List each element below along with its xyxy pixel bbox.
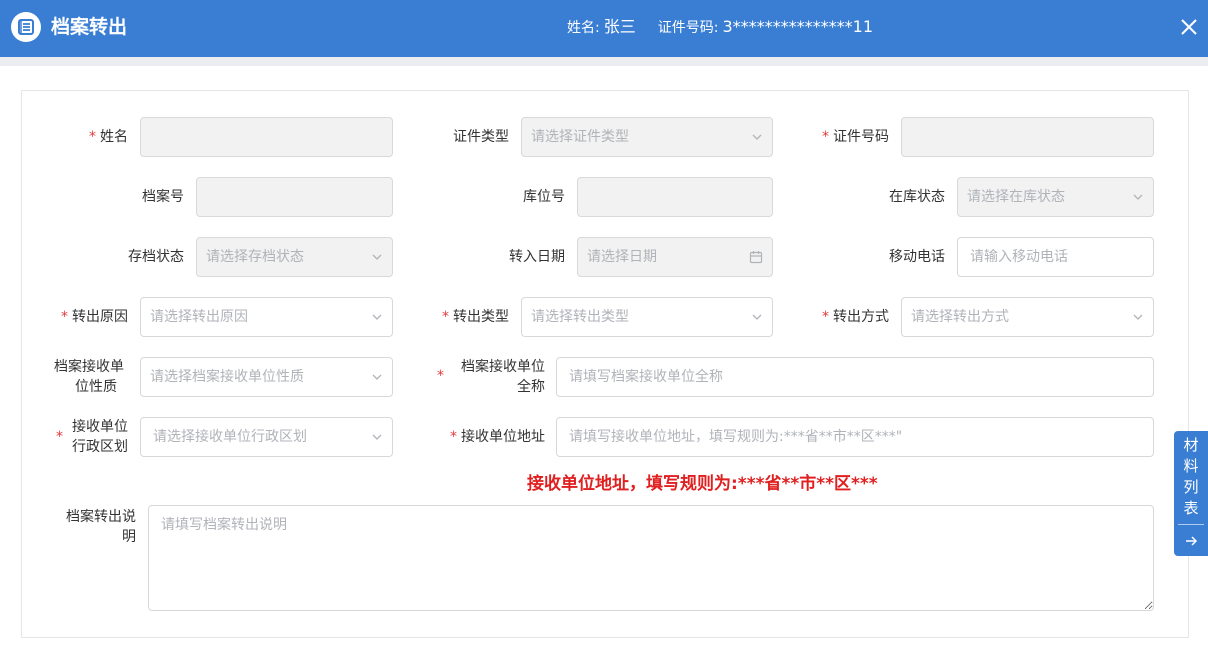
mobile-text-input[interactable] <box>970 239 1153 275</box>
chevron-down-icon <box>372 434 382 440</box>
materials-list-label: 材 料 列 表 <box>1183 436 1199 517</box>
list-doc-icon <box>11 12 41 42</box>
required-mark: * <box>437 368 444 384</box>
label-transfer-in-date: 转入日期 <box>509 249 565 265</box>
required-mark: * <box>56 429 63 445</box>
id-type-select[interactable]: 请选择证件类型 <box>521 117 773 157</box>
label-id-number: * 证件号码 <box>822 129 889 145</box>
label-receiver-fullname: 档案接收单位 全称 <box>461 359 545 395</box>
name-field[interactable] <box>140 117 393 157</box>
storage-status-select[interactable]: 请选择在库状态 <box>957 177 1154 217</box>
name-label: 姓名: <box>567 20 600 36</box>
receiver-fullname-input[interactable] <box>556 357 1154 397</box>
materials-list-tab[interactable]: 材 料 列 表 <box>1174 431 1208 556</box>
remark-textarea[interactable] <box>148 505 1154 611</box>
id-value: 3***************11 <box>722 17 873 36</box>
label-receiver-region: 接收单位 行政区划 <box>72 419 128 455</box>
label-mobile: 移动电话 <box>889 249 945 265</box>
label-location-no: 库位号 <box>523 189 565 205</box>
chevron-down-icon <box>1133 314 1143 320</box>
receiver-address-input[interactable] <box>556 417 1154 457</box>
address-hint: 接收单位地址，填写规则为:***省**市**区*** <box>527 474 878 494</box>
transfer-type-select[interactable]: 请选择转出类型 <box>521 297 773 337</box>
header-divider <box>0 57 1208 66</box>
receiver-nature-select[interactable]: 请选择档案接收单位性质 <box>140 357 393 397</box>
person-info: 姓名: 张三 证件号码: 3***************11 <box>567 17 873 38</box>
archive-no-field[interactable] <box>196 177 393 217</box>
archive-status-select[interactable]: 请选择存档状态 <box>196 237 393 277</box>
arrow-right-icon <box>1186 536 1198 546</box>
name-value: 张三 <box>603 17 636 36</box>
receiver-region-select[interactable]: 请选择接收单位行政区划 <box>140 417 393 457</box>
receiver-address-text-input[interactable] <box>569 419 1153 455</box>
label-name: * 姓名 <box>89 129 128 145</box>
chevron-down-icon <box>372 314 382 320</box>
transfer-in-date-picker[interactable]: 请选择日期 <box>577 237 773 277</box>
location-no-field[interactable] <box>577 177 773 217</box>
label-receiver-address: * 接收单位地址 <box>450 429 545 445</box>
label-id-type: 证件类型 <box>453 129 509 145</box>
id-label: 证件号码: <box>657 20 719 36</box>
receiver-fullname-text-input[interactable] <box>569 359 1153 395</box>
chevron-down-icon <box>372 254 382 260</box>
label-transfer-reason: * 转出原因 <box>61 309 128 325</box>
label-archive-status: 存档状态 <box>128 249 184 265</box>
label-receiver-nature: 档案接收单 位性质 <box>54 359 124 395</box>
label-remark: 档案转出说明 <box>66 509 136 545</box>
label-transfer-type: * 转出类型 <box>442 309 509 325</box>
calendar-icon <box>749 251 763 264</box>
transfer-method-select[interactable]: 请选择转出方式 <box>901 297 1154 337</box>
chevron-down-icon <box>372 374 382 380</box>
chevron-down-icon <box>1133 194 1143 200</box>
transfer-reason-select[interactable]: 请选择转出原因 <box>140 297 393 337</box>
label-transfer-method: * 转出方式 <box>822 309 889 325</box>
chevron-down-icon <box>752 314 762 320</box>
tab-divider <box>1178 524 1204 525</box>
chevron-down-icon <box>752 134 762 140</box>
page-title: 档案转出 <box>51 16 128 38</box>
label-storage-status: 在库状态 <box>889 189 945 205</box>
mobile-input[interactable] <box>957 237 1154 277</box>
close-icon[interactable] <box>1178 16 1200 38</box>
id-number-field[interactable] <box>901 117 1154 157</box>
top-bar: 档案转出 姓名: 张三 证件号码: 3***************11 <box>0 0 1208 57</box>
label-archive-no: 档案号 <box>142 189 184 205</box>
